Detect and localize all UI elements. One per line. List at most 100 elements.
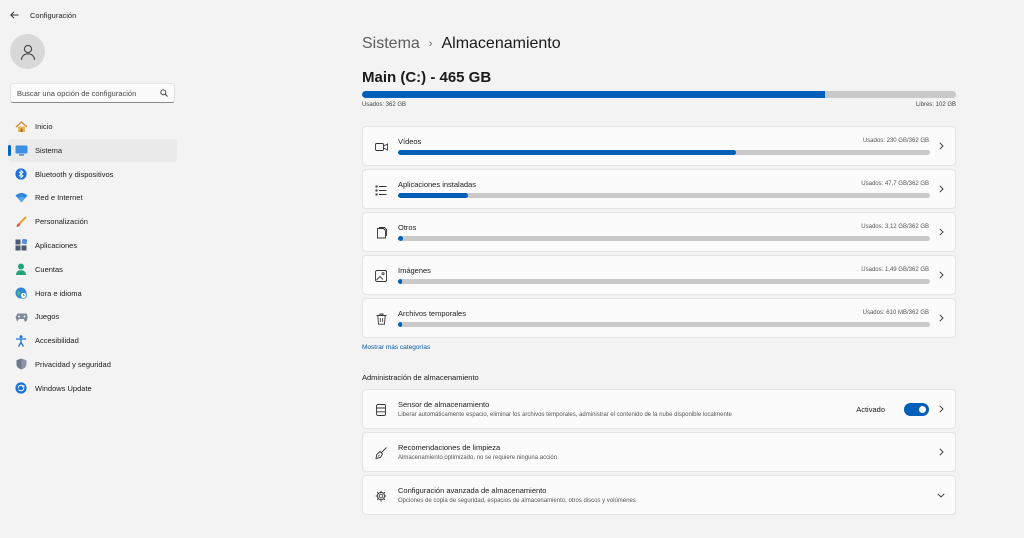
advanced-storage-settings-row[interactable]: Configuración avanzada de almacenamiento… <box>362 475 956 515</box>
cleanup-recommendations-row[interactable]: Recomendaciones de limpieza Almacenamien… <box>362 432 956 472</box>
update-icon <box>15 382 27 394</box>
chevron-right-icon <box>938 271 944 279</box>
sidebar-item-label: Juegos <box>35 312 60 322</box>
sidebar-item-hora[interactable]: Hora e idioma <box>8 282 177 305</box>
drive-usage-fill <box>362 91 826 98</box>
sidebar-item-label: Personalización <box>35 217 88 227</box>
sidebar-item-label: Inicio <box>35 122 53 131</box>
category-label: Aplicaciones instaladas <box>398 180 476 189</box>
arrow-left-icon <box>9 11 18 19</box>
category-otros[interactable]: Otros Usados: 3,12 GB/362 GB <box>362 212 956 252</box>
title-bar: Configuración <box>0 0 1024 30</box>
sidebar-item-label: Red e Internet <box>35 193 83 203</box>
toggle-knob <box>919 406 926 413</box>
gamepad-icon <box>15 313 27 322</box>
category-bar-fill <box>398 322 403 327</box>
category-usage: Usados: 3,12 GB/362 GB <box>861 224 929 230</box>
category-bar <box>398 279 930 284</box>
sidebar-item-label: Aplicaciones <box>35 240 78 250</box>
category-label: Otros <box>398 223 417 232</box>
breadcrumb-parent[interactable]: Sistema <box>362 35 420 53</box>
sidebar-item-label: Privacidad y seguridad <box>35 359 111 369</box>
category-bar <box>398 236 930 241</box>
search-box[interactable] <box>10 83 175 103</box>
sidebar-item-personalizacion[interactable]: Personalización <box>8 210 177 233</box>
option-title: Recomendaciones de limpieza <box>398 443 501 452</box>
chevron-right-icon <box>938 142 944 150</box>
chevron-right-icon <box>938 185 944 193</box>
sidebar-item-aplicaciones[interactable]: Aplicaciones <box>8 234 177 257</box>
accessibility-icon <box>16 334 26 347</box>
category-usage: Usados: 610 MB/362 GB <box>862 310 929 316</box>
sidebar: Inicio Sistema Bluetooth y dispositivos … <box>0 30 185 538</box>
home-icon <box>15 120 27 132</box>
category-usage: Usados: 230 GB/362 GB <box>862 138 929 144</box>
drive-title: Main (C:) - 465 GB <box>362 69 492 86</box>
option-description: Opciones de copia de seguridad, espacios… <box>398 498 636 504</box>
shield-icon <box>16 358 26 370</box>
database-icon <box>376 404 386 416</box>
sidebar-item-windows-update[interactable]: Windows Update <box>8 377 177 400</box>
sidebar-item-red[interactable]: Red e Internet <box>8 186 177 209</box>
chevron-right-icon <box>938 314 944 322</box>
breadcrumb: Sistema › Almacenamiento <box>362 35 561 53</box>
category-temporales[interactable]: Archivos temporales Usados: 610 MB/362 G… <box>362 298 956 338</box>
sidebar-item-label: Sistema <box>35 145 63 155</box>
video-icon <box>374 143 388 151</box>
document-icon <box>376 227 387 239</box>
category-label: Archivos temporales <box>398 309 466 318</box>
section-title: Administración de almacenamiento <box>362 373 479 382</box>
user-icon <box>20 44 35 60</box>
drive-used-label: Usados: 362 GB <box>362 102 407 108</box>
category-usage: Usados: 1,49 GB/362 GB <box>861 267 929 273</box>
sidebar-item-sistema[interactable]: Sistema <box>8 138 177 162</box>
show-more-categories-link[interactable]: Mostrar más categorías <box>362 344 430 351</box>
category-label: Vídeos <box>398 137 422 146</box>
sidebar-item-privacidad[interactable]: Privacidad y seguridad <box>8 353 177 376</box>
storage-sense-toggle[interactable] <box>904 403 929 416</box>
option-description: Liberar automáticamente espacio, elimina… <box>398 412 732 418</box>
category-videos[interactable]: Vídeos Usados: 230 GB/362 GB <box>362 126 956 166</box>
chevron-down-icon <box>937 492 945 498</box>
category-bar-fill <box>398 193 469 198</box>
category-usage: Usados: 47,7 GB/362 GB <box>861 181 929 187</box>
apps-icon <box>15 239 27 251</box>
search-icon[interactable] <box>160 89 168 97</box>
partially-visible-item <box>362 532 462 538</box>
category-bar-fill <box>398 150 736 155</box>
category-bar-fill <box>398 236 403 241</box>
broom-icon <box>375 447 387 459</box>
sidebar-item-inicio[interactable]: Inicio <box>8 115 177 138</box>
brush-icon <box>16 215 27 227</box>
drive-free-label: Libres: 102 GB <box>915 102 956 108</box>
sidebar-item-cuentas[interactable]: Cuentas <box>8 258 177 281</box>
gear-icon <box>375 490 387 502</box>
wifi-icon <box>15 193 27 203</box>
monitor-icon <box>15 145 27 156</box>
category-imagenes[interactable]: Imágenes Usados: 1,49 GB/362 GB <box>362 255 956 295</box>
sidebar-item-juegos[interactable]: Juegos <box>8 305 177 328</box>
chevron-right-icon <box>938 448 944 456</box>
storage-sense-row[interactable]: Sensor de almacenamiento Liberar automát… <box>362 389 956 429</box>
category-apps[interactable]: Aplicaciones instaladas Usados: 47,7 GB/… <box>362 169 956 209</box>
category-bar-fill <box>398 279 403 284</box>
option-description: Almacenamiento optimizado, no se requier… <box>398 455 558 461</box>
option-title: Sensor de almacenamiento <box>398 400 490 409</box>
search-input[interactable] <box>17 88 159 98</box>
sidebar-item-label: Bluetooth y dispositivos <box>35 169 114 179</box>
avatar[interactable] <box>10 34 45 69</box>
back-button[interactable] <box>0 1 28 29</box>
sidebar-item-bluetooth[interactable]: Bluetooth y dispositivos <box>8 163 177 186</box>
image-icon <box>375 270 387 282</box>
category-label: Imágenes <box>398 266 431 275</box>
page-title: Almacenamiento <box>441 35 561 52</box>
sidebar-item-label: Hora e idioma <box>35 288 82 298</box>
breadcrumb-separator: › <box>428 38 433 50</box>
app-title: Configuración <box>30 10 77 20</box>
sidebar-item-label: Cuentas <box>35 264 63 274</box>
sidebar-nav: Inicio Sistema Bluetooth y dispositivos … <box>0 115 185 401</box>
category-bar <box>398 150 930 155</box>
sidebar-item-label: Accesibilidad <box>35 336 79 346</box>
sidebar-item-accesibilidad[interactable]: Accesibilidad <box>8 329 177 352</box>
apps-list-icon <box>375 185 387 195</box>
